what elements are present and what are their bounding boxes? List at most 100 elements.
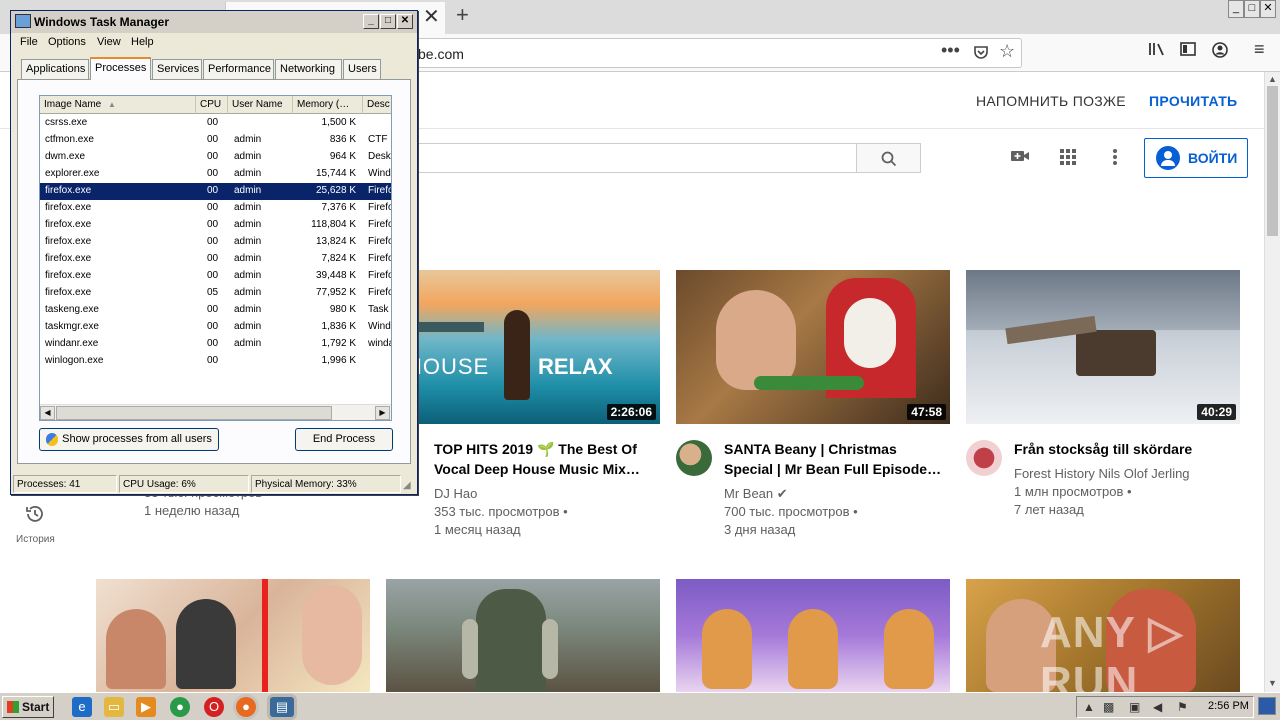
close-button[interactable]: ✕ <box>1260 0 1276 18</box>
scroll-left-arrow-icon[interactable]: ◀ <box>40 406 55 420</box>
video-duration: 40:29 <box>1197 404 1236 420</box>
video-thumbnail[interactable]: HOUSE RELAX 2:26:06 <box>386 270 660 424</box>
channel-avatar[interactable] <box>966 440 1002 476</box>
end-process-button[interactable]: End Process <box>295 428 393 451</box>
history-icon[interactable] <box>25 504 45 530</box>
process-row[interactable]: dwm.exe 00 admin 964 K Deskt <box>40 149 391 166</box>
channel-name[interactable]: Mr Bean ✔ <box>724 485 788 503</box>
read-button[interactable]: ПРОЧИТАТЬ <box>1149 93 1237 109</box>
action-center-flag-icon[interactable]: ⚑ <box>1177 700 1188 714</box>
apps-grid-icon[interactable] <box>1059 148 1077 171</box>
tray-expand-icon[interactable]: ▲ <box>1083 700 1095 714</box>
task-manager-taskbar-icon[interactable]: ▤ <box>270 697 294 717</box>
scroll-right-arrow-icon[interactable]: ▶ <box>375 406 390 420</box>
process-row[interactable]: firefox.exe 00 admin 13,824 K Firefo <box>40 234 391 251</box>
process-row[interactable]: taskmgr.exe 00 admin 1,836 K Wind <box>40 319 391 336</box>
close-button[interactable]: ✕ <box>397 14 413 29</box>
sidebar-item-history[interactable]: История <box>16 534 55 545</box>
tray-app-icon[interactable]: ▩ <box>1103 700 1114 714</box>
scroll-thumb[interactable] <box>1267 86 1278 236</box>
tab-networking[interactable]: Networking <box>275 59 342 79</box>
channel-avatar[interactable] <box>676 440 712 476</box>
column-image-name[interactable]: Image Name ▲ <box>40 96 196 114</box>
opera-icon[interactable]: O <box>204 697 224 717</box>
search-button[interactable] <box>856 143 921 173</box>
horizontal-scrollbar[interactable]: ◀ ▶ <box>40 404 391 420</box>
process-row[interactable]: csrss.exe 00 1,500 K <box>40 115 391 132</box>
search-input[interactable] <box>400 143 857 173</box>
process-row[interactable]: firefox.exe 00 admin 7,824 K Firefo <box>40 251 391 268</box>
page-scrollbar[interactable]: ▲ ▼ <box>1264 72 1280 692</box>
pocket-icon[interactable] <box>973 44 989 65</box>
tab-applications[interactable]: Applications <box>21 59 89 79</box>
start-button[interactable]: Start <box>2 696 54 718</box>
video-title-line2[interactable]: Special | Mr Bean Full Episode… <box>724 459 941 479</box>
library-icon[interactable] <box>1148 41 1166 62</box>
scroll-up-arrow-icon[interactable]: ▲ <box>1268 74 1277 84</box>
remind-later-button[interactable]: НАПОМНИТЬ ПОЗЖЕ <box>976 93 1126 109</box>
network-icon[interactable]: ▣ <box>1129 700 1140 714</box>
signin-button[interactable]: ВОЙТИ <box>1144 138 1248 178</box>
volume-icon[interactable]: ◀ <box>1153 700 1162 714</box>
sidebar-icon[interactable] <box>1180 42 1196 61</box>
process-row[interactable]: winlogon.exe 00 1,996 K <box>40 353 391 370</box>
menu-view[interactable]: View <box>97 36 121 48</box>
process-row[interactable]: firefox.exe 00 admin 7,376 K Firefo <box>40 200 391 217</box>
column-user-name[interactable]: User Name <box>228 96 293 114</box>
new-tab-icon[interactable]: + <box>456 2 469 28</box>
page-actions-icon[interactable]: ••• <box>941 40 960 61</box>
scroll-thumb[interactable] <box>56 406 332 420</box>
menu-help[interactable]: Help <box>131 36 154 48</box>
column-description[interactable]: Desc <box>363 96 391 114</box>
process-list[interactable]: Image Name ▲ CPU User Name Memory (… Des… <box>39 95 392 421</box>
video-title[interactable]: TOP HITS 2019 🌱 The Best Of <box>434 439 637 459</box>
process-row[interactable]: firefox.exe 00 admin 118,804 K Firefo <box>40 217 391 234</box>
tab-performance[interactable]: Performance <box>203 59 274 79</box>
column-memory[interactable]: Memory (… <box>293 96 363 114</box>
firefox-icon[interactable]: ● <box>236 697 256 717</box>
scroll-down-arrow-icon[interactable]: ▼ <box>1268 678 1277 688</box>
menu-hamburger-icon[interactable]: ≡ <box>1254 39 1265 60</box>
settings-more-icon[interactable] <box>1112 148 1118 171</box>
video-thumbnail[interactable]: 40:29 <box>966 270 1240 424</box>
show-desktop-button[interactable] <box>1258 697 1276 715</box>
maximize-button[interactable]: □ <box>1244 0 1260 18</box>
chrome-icon[interactable]: ● <box>170 697 190 717</box>
task-manager-titlebar[interactable]: Windows Task Manager _ □ ✕ <box>11 11 417 33</box>
process-row[interactable]: ctfmon.exe 00 admin 836 K CTF I <box>40 132 391 149</box>
video-thumbnail[interactable]: 47:58 <box>676 270 950 424</box>
video-thumbnail[interactable] <box>96 579 370 692</box>
create-video-icon[interactable] <box>1010 148 1030 169</box>
column-cpu[interactable]: CPU <box>196 96 228 114</box>
resize-grip-icon[interactable]: ◢ <box>403 480 411 491</box>
process-row[interactable]: firefox.exe 00 admin 39,448 K Firefo <box>40 268 391 285</box>
menu-file[interactable]: File <box>20 36 38 48</box>
video-title[interactable]: SANTA Beany | Christmas <box>724 439 897 459</box>
process-row[interactable]: firefox.exe 00 admin 25,628 K Firefo <box>40 183 391 200</box>
tab-close-icon[interactable]: ✕ <box>423 4 440 29</box>
video-thumbnail[interactable] <box>676 579 950 692</box>
tab-services[interactable]: Services <box>152 59 202 79</box>
media-player-icon[interactable]: ▶ <box>136 697 156 717</box>
maximize-button[interactable]: □ <box>380 14 396 29</box>
video-thumbnail[interactable] <box>386 579 660 692</box>
process-row[interactable]: windanr.exe 00 admin 1,792 K winda <box>40 336 391 353</box>
tab-processes[interactable]: Processes <box>90 57 151 80</box>
process-row[interactable]: firefox.exe 05 admin 77,952 K Firefo <box>40 285 391 302</box>
url-bar[interactable]: be.com ••• ☆ <box>400 38 1022 68</box>
tab-users[interactable]: Users <box>343 59 381 79</box>
folder-icon[interactable]: ▭ <box>104 697 124 717</box>
menu-options[interactable]: Options <box>48 36 86 48</box>
video-title-line2[interactable]: Vocal Deep House Music Mix… <box>434 459 640 479</box>
internet-explorer-icon[interactable]: e <box>72 697 92 717</box>
show-all-processes-button[interactable]: Show processes from all users <box>39 428 219 451</box>
bookmark-star-icon[interactable]: ☆ <box>999 41 1015 62</box>
account-icon[interactable] <box>1212 42 1228 63</box>
process-row[interactable]: taskeng.exe 00 admin 980 K Task <box>40 302 391 319</box>
process-row[interactable]: explorer.exe 00 admin 15,744 K Wind <box>40 166 391 183</box>
minimize-button[interactable]: _ <box>363 14 379 29</box>
channel-name[interactable]: DJ Hao <box>434 485 477 503</box>
video-title[interactable]: Från stocksåg till skördare <box>1014 439 1192 459</box>
minimize-button[interactable]: _ <box>1228 0 1244 18</box>
channel-name[interactable]: Forest History Nils Olof Jerling <box>1014 465 1190 483</box>
